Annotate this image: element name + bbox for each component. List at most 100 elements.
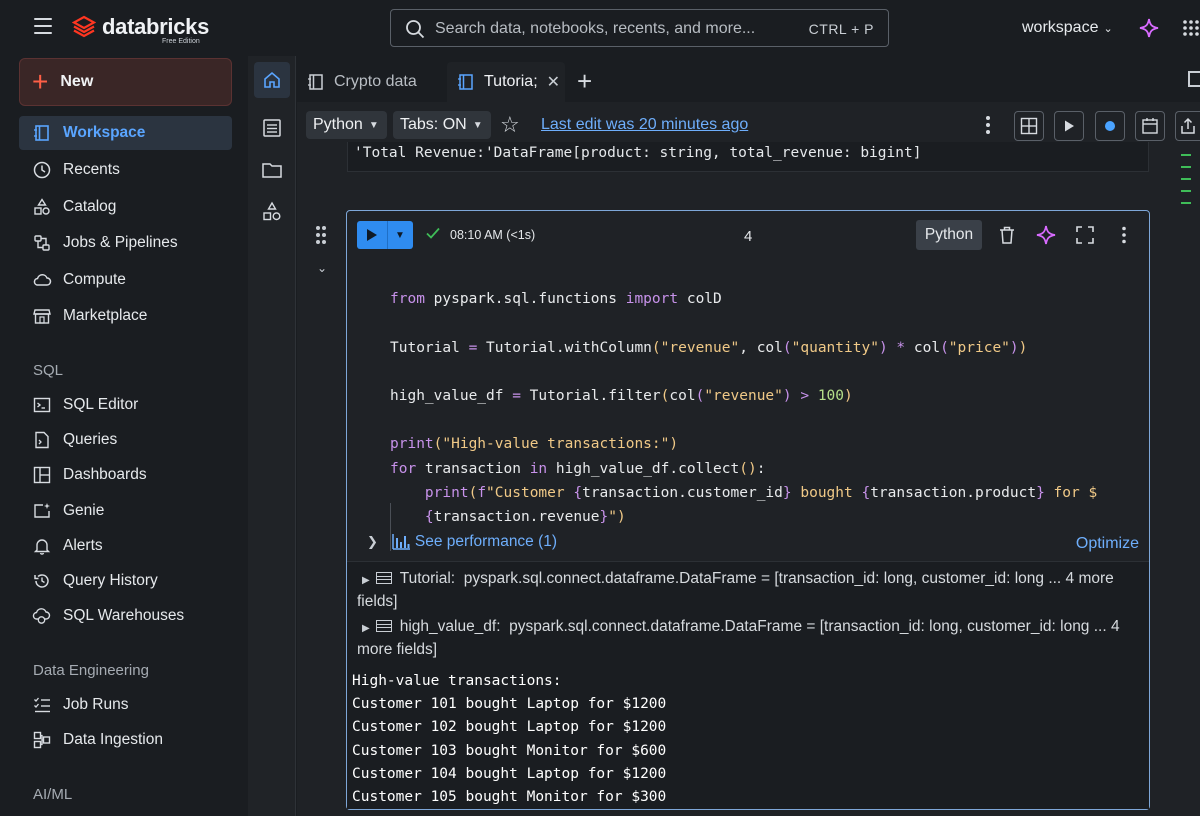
folder-icon[interactable] [261, 159, 283, 181]
dataframe-schema: pyspark.sql.connect.dataframe.DataFrame … [357, 570, 1114, 610]
chevron-down-icon: ▼ [472, 119, 483, 131]
table-icon [375, 620, 392, 632]
expand-triangle-icon: ▶ [362, 575, 370, 586]
sidebar-item-label: Alerts [63, 537, 103, 554]
dataframe-summary-row[interactable]: ▶ Tutorial: pyspark.sql.connect.dataframe… [357, 568, 1137, 612]
sidebar-item-label: Jobs & Pipelines [63, 234, 178, 251]
apps-grid-icon[interactable] [1182, 19, 1200, 37]
home-rail-button[interactable] [254, 62, 290, 98]
sidebar-item-dashboards[interactable]: Dashboards [19, 458, 232, 492]
new-label: New [60, 73, 94, 90]
notebook-side-rail [248, 56, 296, 816]
more-options-icon[interactable] [985, 116, 991, 136]
bell-icon [31, 535, 53, 557]
code-line: from pyspark.sql.functions import colD [390, 291, 722, 308]
code-editor[interactable]: from pyspark.sql.functions import colD T… [390, 263, 1097, 553]
sidebar-item-label: Dashboards [63, 466, 147, 483]
sidebar-item-label: SQL Editor [63, 396, 139, 413]
tab-crypto-data[interactable]: Crypto data [307, 62, 447, 102]
terminal-icon [31, 394, 53, 416]
sidebar-item-queries[interactable]: Queries [19, 423, 232, 457]
minimap[interactable] [1181, 154, 1193, 214]
sidebar-item-workspace[interactable]: Workspace [19, 116, 232, 150]
run-all-button[interactable] [1054, 111, 1084, 141]
cell-language-badge[interactable]: Python [916, 220, 982, 250]
compute-status-button[interactable] [1095, 111, 1125, 141]
sidebar-item-sql-warehouses[interactable]: SQL Warehouses [19, 599, 232, 633]
notebook-icon [458, 74, 473, 90]
sql-section-heading: SQL [33, 362, 64, 379]
cell-more-options-icon[interactable] [1113, 224, 1135, 246]
close-icon[interactable]: ✕ [547, 72, 560, 92]
brand-name: databricks [102, 14, 210, 39]
tab-tutoria[interactable]: Tutoria; ✕ [447, 62, 565, 102]
see-performance-toggle[interactable]: ❯ See performance (1) [367, 533, 557, 551]
assistant-sparkle-icon[interactable] [1035, 224, 1057, 246]
sidebar-item-jobs-pipelines[interactable]: Jobs & Pipelines [19, 226, 232, 260]
schedule-button[interactable] [1135, 111, 1165, 141]
language-dropdown[interactable]: Python ▼ [306, 111, 387, 139]
sidebar-item-compute[interactable]: Compute [19, 263, 232, 297]
chevron-right-icon: ❯ [367, 534, 378, 549]
notebook-main: Crypto data Tutoria; ✕ + Python ▼ Tabs: … [297, 56, 1200, 816]
chevron-down-icon[interactable]: ▼ [395, 230, 405, 241]
list-check-icon [31, 694, 53, 716]
run-time-label: 08:10 AM (<1s) [450, 228, 536, 242]
status-dot-icon [1105, 121, 1115, 131]
last-edit-link[interactable]: Last edit was 20 minutes ago [541, 116, 748, 134]
star-icon[interactable]: ☆ [500, 112, 520, 138]
sidebar-item-label: Marketplace [63, 307, 148, 324]
cell-number: 4 [744, 228, 753, 245]
code-cell: ▼ 08:10 AM (<1s) 4 Python from pyspark.s… [346, 210, 1150, 810]
workspace-switcher[interactable]: workspace ⌄ [1022, 19, 1113, 37]
top-bar: databricks Free Edition Search data, not… [0, 0, 1200, 56]
sidebar-item-label: Recents [63, 161, 120, 178]
tabs-mode-dropdown[interactable]: Tabs: ON ▼ [393, 111, 491, 139]
ai-ml-section-heading: AI/ML [33, 786, 73, 803]
chevron-down-icon: ⌄ [1103, 22, 1113, 35]
dataframe-summary-row[interactable]: ▶ high_value_df: pyspark.sql.connect.data… [357, 616, 1137, 660]
sidebar-item-label: Workspace [63, 124, 146, 141]
run-cell-button[interactable]: ▼ [357, 221, 413, 249]
assistant-sparkle-icon[interactable] [1139, 18, 1159, 38]
sidebar-item-data-ingestion[interactable]: Data Ingestion [19, 723, 232, 757]
data-engineering-section-heading: Data Engineering [33, 662, 149, 679]
sidebar-item-recents[interactable]: Recents [19, 153, 232, 187]
code-line: Tutorial = Tutorial.withColumn("revenue"… [390, 339, 1028, 356]
tab-label: Crypto data [334, 73, 417, 90]
new-tab-plus-icon[interactable]: + [577, 66, 592, 97]
history-icon [31, 570, 53, 592]
fullscreen-icon[interactable] [1074, 224, 1096, 246]
language-label: Python [313, 116, 363, 133]
store-icon [31, 305, 53, 327]
table-of-contents-icon[interactable] [261, 117, 283, 139]
drag-handle-icon[interactable] [316, 226, 328, 246]
sidebar-item-label: Genie [63, 502, 105, 519]
menu-icon[interactable] [34, 18, 52, 34]
layout-button[interactable] [1014, 111, 1044, 141]
new-button[interactable]: + New [19, 58, 232, 106]
sidebar-item-job-runs[interactable]: Job Runs [19, 688, 232, 722]
sidebar-item-label: Query History [63, 572, 158, 589]
sidebar-item-sql-editor[interactable]: SQL Editor [19, 388, 232, 422]
collapse-chevron-icon[interactable]: ⌄ [317, 261, 327, 275]
sidebar-item-catalog[interactable]: Catalog [19, 190, 232, 224]
panel-toggle-icon[interactable] [1188, 71, 1200, 87]
sidebar-item-alerts[interactable]: Alerts [19, 529, 232, 563]
code-line: print("High-value transactions:") [390, 436, 679, 453]
sidebar-item-marketplace[interactable]: Marketplace [19, 299, 232, 333]
share-button[interactable] [1175, 111, 1200, 141]
ingestion-icon [31, 729, 53, 751]
search-shortcut: CTRL + P [808, 21, 874, 37]
sidebar-item-genie[interactable]: Genie [19, 494, 232, 528]
catalog-icon[interactable] [261, 201, 283, 223]
optimize-link[interactable]: Optimize [1076, 535, 1139, 553]
code-line: high_value_df = Tutorial.filter(col("rev… [390, 388, 853, 405]
databricks-logo[interactable]: databricks Free Edition [72, 14, 210, 45]
dashboard-icon [31, 464, 53, 486]
sidebar-item-query-history[interactable]: Query History [19, 564, 232, 598]
trash-icon[interactable] [996, 224, 1018, 246]
edition-label: Free Edition [162, 38, 200, 45]
clock-icon [31, 159, 53, 181]
search-input[interactable]: Search data, notebooks, recents, and mor… [390, 9, 889, 47]
